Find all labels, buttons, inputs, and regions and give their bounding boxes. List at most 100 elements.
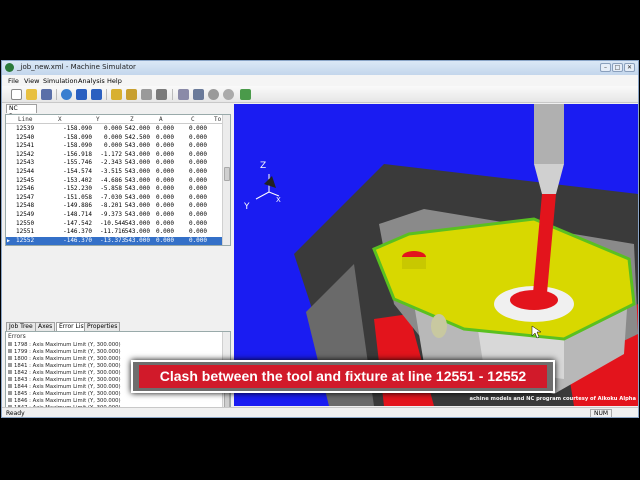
- small-boss-left-side: [402, 257, 426, 269]
- col-z[interactable]: Z: [130, 116, 134, 123]
- save-icon[interactable]: [41, 89, 52, 100]
- nc-cell: 12551: [16, 228, 35, 236]
- nc-cell: -9.373: [100, 211, 122, 218]
- new-file-icon[interactable]: [11, 89, 22, 100]
- nc-table-row[interactable]: ▶ 12552 -146.370 -13.373 543.000 0.000 0.000: [6, 236, 223, 246]
- minimize-button[interactable]: –: [600, 63, 611, 72]
- nc-table-row[interactable]: 12540 -158.090 0.000 542.500 0.000 0.000: [6, 134, 223, 143]
- step-icon[interactable]: [91, 89, 102, 100]
- nc-cell: 0.000: [188, 228, 207, 236]
- nc-scrollbar[interactable]: [222, 115, 230, 245]
- nc-cell: 543.000: [124, 193, 150, 201]
- nc-cell: -154.574: [63, 168, 92, 175]
- close-button[interactable]: ✕: [624, 63, 635, 72]
- nc-cell: 543.000: [124, 219, 150, 227]
- rotate-icon[interactable]: [208, 89, 219, 100]
- nc-cell: 0.000: [155, 185, 174, 193]
- nc-program-table: Line X Y Z A C To 12539 -158.090 0.000 542.…: [5, 114, 231, 246]
- measure-icon[interactable]: [240, 89, 251, 100]
- error-icon: [8, 370, 12, 374]
- col-y[interactable]: Y: [96, 116, 100, 123]
- nc-cell: 0.000: [103, 133, 122, 141]
- error-icon: [8, 349, 12, 353]
- nc-scroll-thumb[interactable]: [224, 167, 230, 181]
- nc-table-row[interactable]: 12550 -147.542 -10.544 543.000 0.000 0.000: [6, 220, 223, 229]
- pan-icon[interactable]: [193, 89, 204, 100]
- open-folder-icon[interactable]: [26, 89, 37, 100]
- nc-cell: -158.090: [63, 142, 92, 150]
- nc-cell: 12552: [16, 236, 35, 244]
- nc-cell: -148.714: [63, 211, 92, 218]
- nc-cell: 0.000: [188, 150, 207, 158]
- nc-cell: 543.000: [124, 202, 150, 210]
- nc-cell: 0.000: [188, 185, 207, 193]
- col-line[interactable]: Line: [18, 116, 32, 123]
- nc-table-row[interactable]: 12542 -156.918 -1.172 543.000 0.000 0.000: [6, 151, 223, 160]
- nc-table-row[interactable]: 12551 -146.370 -11.716 543.000 0.000 0.000: [6, 228, 223, 237]
- error-icon: [8, 391, 12, 395]
- nc-table-row[interactable]: 12547 -151.058 -7.030 543.000 0.000 0.000: [6, 194, 223, 203]
- error-list-item[interactable]: 1799 : Axis Maximum Limit (Y, 300.000): [8, 349, 222, 356]
- col-x[interactable]: X: [58, 116, 62, 123]
- nc-cell: 12542: [16, 150, 35, 158]
- nc-table-row[interactable]: 12545 -153.402 -4.686 543.000 0.000 0.000: [6, 177, 223, 186]
- nc-table-row[interactable]: 12543 -155.746 -2.343 543.000 0.000 0.000: [6, 159, 223, 168]
- reset-icon[interactable]: [61, 89, 72, 100]
- fixture-icon[interactable]: [126, 89, 137, 100]
- nc-cell: 0.000: [155, 176, 174, 184]
- nc-cell: 12539: [16, 125, 35, 132]
- error-list-item[interactable]: 1798 : Axis Maximum Limit (Y, 300.000): [8, 342, 222, 349]
- view-icon[interactable]: [223, 89, 234, 100]
- maximize-button[interactable]: □: [612, 63, 623, 72]
- nc-table-row[interactable]: 12548 -149.886 -8.201 543.000 0.000 0.000: [6, 202, 223, 211]
- app-icon: [5, 63, 14, 72]
- play-icon[interactable]: [76, 89, 87, 100]
- nc-cell: 543.000: [124, 228, 150, 236]
- nc-cell: -13.373: [100, 236, 126, 244]
- error-text: 1842 : Axis Maximum Limit (Y, 300.000): [14, 370, 121, 376]
- nc-table-row[interactable]: 12539 -158.090 0.000 542.000 0.000 0.000: [6, 125, 223, 134]
- nc-cell: 0.000: [188, 236, 207, 244]
- menu-view[interactable]: View: [24, 77, 39, 85]
- col-a[interactable]: A: [159, 116, 163, 123]
- error-icon: [8, 377, 12, 381]
- nc-table-row[interactable]: 12544 -154.574 -3.515 543.000 0.000 0.000: [6, 168, 223, 177]
- tab-nc-program[interactable]: NC Program: [6, 104, 38, 120]
- error-list-item[interactable]: 1846 : Axis Maximum Limit (Y, 300.000): [8, 398, 222, 405]
- nc-cell: 0.000: [188, 142, 207, 150]
- menu-analysis[interactable]: Analysis: [78, 77, 105, 85]
- window-title: _job_new.xml - Machine Simulator: [17, 63, 136, 71]
- nc-cell: 12545: [16, 176, 35, 184]
- nc-cell: -10.544: [100, 219, 126, 227]
- nc-table-row[interactable]: 12541 -158.090 0.000 543.000 0.000 0.000: [6, 142, 223, 151]
- menu-help[interactable]: Help: [107, 77, 122, 85]
- part-icon[interactable]: [156, 89, 167, 100]
- col-c[interactable]: C: [191, 116, 195, 123]
- nc-cell: 543.000: [124, 142, 150, 150]
- nc-cell: -146.370: [63, 228, 92, 236]
- tab-axes[interactable]: Axes: [35, 322, 56, 331]
- nc-cell: 0.000: [188, 202, 207, 210]
- title-bar: _job_new.xml - Machine Simulator – □ ✕: [2, 61, 638, 75]
- stock-icon[interactable]: [111, 89, 122, 100]
- nc-cell: 543.000: [124, 236, 150, 244]
- nc-cell: 12544: [16, 168, 35, 175]
- error-text: 1841 : Axis Maximum Limit (Y, 300.000): [14, 363, 121, 369]
- error-text: 1845 : Axis Maximum Limit (Y, 300.000): [14, 391, 121, 397]
- tool-icon[interactable]: [141, 89, 152, 100]
- error-text: 1844 : Axis Maximum Limit (Y, 300.000): [14, 384, 121, 390]
- menu-simulation[interactable]: Simulation: [43, 77, 78, 85]
- nc-table-row[interactable]: 12549 -148.714 -9.373 543.000 0.000 0.000: [6, 211, 223, 220]
- error-text: 1798 : Axis Maximum Limit (Y, 300.000): [14, 342, 121, 348]
- tab-properties[interactable]: Properties: [84, 322, 121, 331]
- error-icon: [8, 356, 12, 360]
- nc-cell: -149.886: [63, 202, 92, 210]
- nc-cell: 543.000: [124, 168, 150, 175]
- zoom-icon[interactable]: [178, 89, 189, 100]
- spindle: [534, 104, 564, 164]
- nc-cell: 542.500: [124, 133, 150, 141]
- nc-table-row[interactable]: 12546 -152.230 -5.858 543.000 0.000 0.000: [6, 185, 223, 194]
- col-to[interactable]: To: [214, 116, 221, 123]
- menu-file[interactable]: File: [8, 77, 19, 85]
- tab-job-tree[interactable]: Job Tree: [6, 322, 36, 331]
